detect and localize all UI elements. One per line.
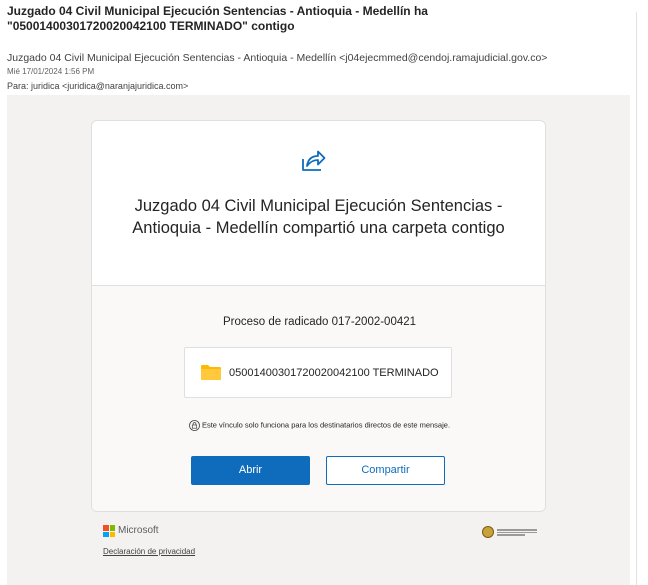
microsoft-logo-icon [103, 525, 115, 537]
email-body: Juzgado 04 Civil Municipal Ejecución Sen… [7, 95, 630, 585]
share-card-content: Proceso de radicado 017-2002-00421 05001… [92, 286, 545, 511]
sender[interactable]: Juzgado 04 Civil Municipal Ejecución Sen… [7, 52, 547, 64]
subject-line-1: Juzgado 04 Civil Municipal Ejecución Sen… [7, 4, 428, 18]
subject-line-2: "05001400301720020042100 TERMINADO" cont… [7, 19, 295, 33]
share-card-header: Juzgado 04 Civil Municipal Ejecución Sen… [92, 121, 545, 286]
proceso-text: Proceso de radicado 017-2002-00421 [222, 316, 417, 328]
reading-pane-edge [636, 12, 648, 585]
share-button[interactable]: Compartir [326, 456, 445, 485]
share-card: Juzgado 04 Civil Municipal Ejecución Sen… [91, 120, 546, 512]
share-title: Juzgado 04 Civil Municipal Ejecución Sen… [132, 197, 505, 237]
open-button[interactable]: Abrir [191, 456, 310, 485]
header-overlay [436, 3, 648, 17]
email-subject: Juzgado 04 Civil Municipal Ejecución Sen… [7, 4, 507, 34]
lock-icon [189, 420, 200, 431]
folder-icon [201, 365, 221, 380]
share-icon [302, 150, 326, 171]
recipient[interactable]: Para: juridica <juridica@naranjajuridica… [7, 81, 188, 91]
folder-name: 05001400301720020042100 TERMINADO [229, 367, 439, 379]
rama-judicial-logo [482, 526, 538, 538]
seal-icon [482, 526, 494, 538]
privacy-link[interactable]: Declaración de privacidad [103, 547, 195, 556]
access-notice: Este vínculo solo funciona para los dest… [92, 420, 545, 431]
microsoft-brand: Microsoft [118, 525, 159, 536]
folder-link[interactable]: 05001400301720020042100 TERMINADO [184, 347, 452, 398]
notice-text: Este vínculo solo funciona para los dest… [201, 420, 451, 430]
sent-date: Mié 17/01/2024 1:56 PM [7, 67, 95, 76]
